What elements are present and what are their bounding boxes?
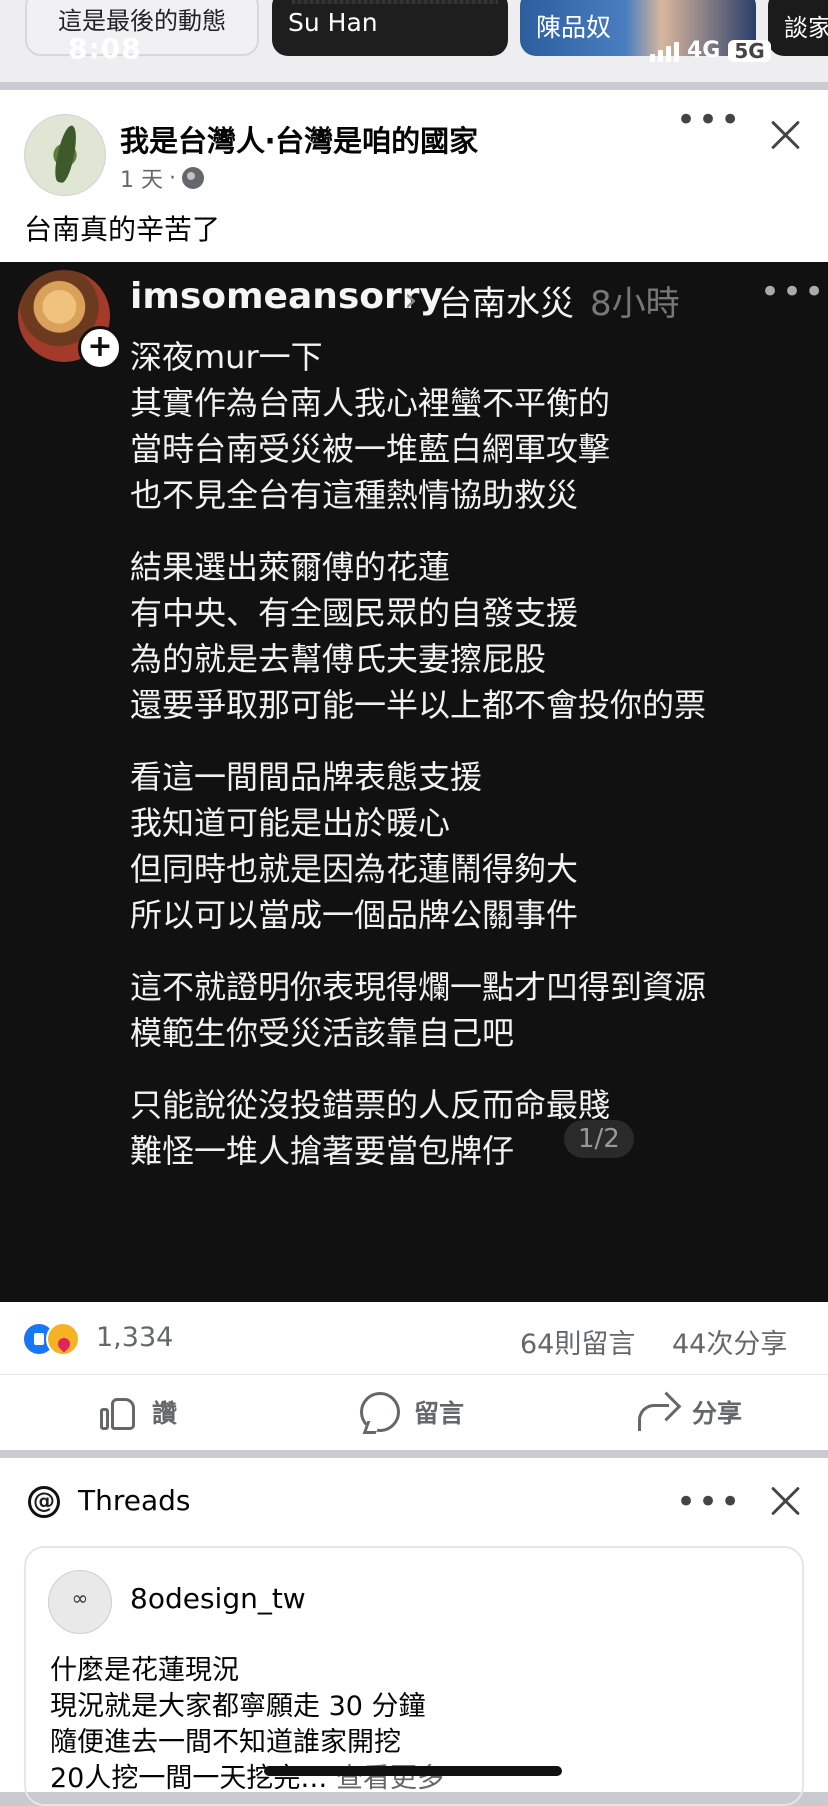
comment-label: 留言 bbox=[414, 1399, 465, 1428]
embed-text-line: 為的就是去幫傅氏夫妻擦屁股 bbox=[130, 640, 547, 678]
more-options-icon[interactable]: ••• bbox=[676, 103, 742, 137]
embed-text-line: 模範生你受災活該靠自己吧 bbox=[130, 1014, 515, 1052]
more-options-icon[interactable]: ••• bbox=[676, 1485, 742, 1519]
story-label: Su Han bbox=[288, 8, 378, 37]
card-avatar: ∞ bbox=[48, 1570, 112, 1634]
care-reaction-icon bbox=[46, 1322, 80, 1356]
share-label: 分享 bbox=[692, 1399, 743, 1428]
embed-text-line: 有中央、有全國民眾的自發支援 bbox=[130, 594, 579, 632]
embed-time: 8小時 bbox=[590, 284, 680, 324]
story-label: 談家 bbox=[784, 14, 828, 42]
story-card[interactable]: 談家 bbox=[768, 0, 828, 56]
reaction-summary[interactable]: 1,334 64則留言 44次分享 bbox=[0, 1302, 828, 1374]
page-avatar[interactable] bbox=[24, 114, 106, 196]
image-page-indicator: 1/2 bbox=[564, 1120, 634, 1158]
close-icon[interactable] bbox=[769, 118, 803, 152]
thumbs-up-icon bbox=[98, 1392, 138, 1432]
share-icon bbox=[636, 1392, 678, 1432]
status-time: 8:08 bbox=[68, 32, 142, 65]
network-4g: 4G bbox=[687, 38, 721, 63]
plus-icon: + bbox=[78, 326, 122, 370]
post-actions: 讚 留言 分享 bbox=[0, 1374, 828, 1451]
embed-topic: 台南水災 bbox=[438, 284, 574, 324]
post-caption: 台南真的辛苦了 bbox=[24, 213, 221, 246]
embed-text-line: 所以可以當成一個品牌公關事件 bbox=[130, 896, 579, 934]
embed-text-line: 當時台南受災被一堆藍白網軍攻擊 bbox=[130, 430, 611, 468]
embed-text-line: 我知道可能是出於暖心 bbox=[130, 804, 451, 842]
card-username[interactable]: 8odesign_tw bbox=[130, 1582, 306, 1615]
embed-text-line: 深夜mur一下 bbox=[130, 338, 323, 376]
share-button[interactable]: 分享 bbox=[636, 1389, 742, 1435]
card-text-line: 現況就是大家都寧願走 30 分鐘 bbox=[50, 1691, 426, 1722]
status-indicators: 4G 5G bbox=[650, 38, 771, 62]
post-age[interactable]: 1 天 bbox=[120, 162, 163, 194]
post-header: 我是台灣人‧台灣是咱的國家 1 天 · ••• 台南真的辛苦了 bbox=[0, 90, 828, 260]
network-5g: 5G bbox=[728, 40, 771, 62]
stories-strip: 這是最後的動態 Su Han 陳品奴 談家 8:08 4G 5G bbox=[0, 0, 828, 82]
embed-text-line: 但同時也就是因為花蓮鬧得夠大 bbox=[130, 850, 579, 888]
post-source[interactable]: Threads bbox=[78, 1484, 191, 1517]
embed-text-line: 難怪一堆人搶著要當包牌仔 bbox=[130, 1132, 515, 1170]
embed-text-line: 還要爭取那可能一半以上都不會投你的票 bbox=[130, 686, 707, 724]
feed-post: 我是台灣人‧台灣是咱的國家 1 天 · ••• 台南真的辛苦了 + imsome… bbox=[0, 90, 828, 1450]
embed-username: imsomeansorry bbox=[130, 276, 443, 317]
embedded-screenshot[interactable]: + imsomeansorry › 台南水災 8小時 ••• 深夜mur一下 其… bbox=[0, 262, 828, 1302]
reaction-count[interactable]: 1,334 bbox=[96, 1322, 173, 1353]
more-icon: ••• bbox=[760, 272, 827, 312]
post-meta: 1 天 · bbox=[120, 162, 204, 194]
globe-icon bbox=[182, 167, 204, 189]
embed-text-line: 結果選出萊爾傅的花蓮 bbox=[130, 548, 451, 586]
like-label: 讚 bbox=[152, 1399, 178, 1428]
comment-button[interactable]: 留言 bbox=[360, 1389, 464, 1435]
story-label: 陳品奴 bbox=[536, 13, 612, 42]
embed-text-line: 其實作為台南人我心裡蠻不平衡的 bbox=[130, 384, 611, 422]
reaction-icons bbox=[22, 1322, 82, 1356]
feed-post: @ Threads ••• ∞ 8odesign_tw 什麼是花蓮現況 現況就是… bbox=[0, 1458, 828, 1806]
share-count[interactable]: 44次分享 bbox=[672, 1322, 787, 1361]
signal-icon bbox=[650, 40, 679, 62]
close-icon[interactable] bbox=[769, 1484, 803, 1518]
embed-text-line: 只能說從沒投錯票的人反而命最賤 bbox=[130, 1086, 611, 1124]
embed-text-line: 看這一間間品牌表態支援 bbox=[130, 758, 483, 796]
threads-icon: @ bbox=[28, 1486, 60, 1518]
comment-icon bbox=[360, 1392, 400, 1432]
comment-count[interactable]: 64則留言 bbox=[520, 1322, 635, 1361]
home-indicator[interactable] bbox=[264, 1766, 562, 1776]
card-text-line: 隨便進去一間不知道誰家開挖 bbox=[50, 1727, 401, 1758]
story-card[interactable]: Su Han bbox=[272, 0, 508, 56]
story-label: 這是最後的動態 bbox=[58, 7, 226, 35]
meta-dot: · bbox=[169, 165, 176, 191]
page-name[interactable]: 我是台灣人‧台灣是咱的國家 bbox=[120, 118, 478, 160]
story-card[interactable]: 這是最後的動態 bbox=[25, 0, 259, 56]
card-text-line: 什麼是花蓮現況 bbox=[50, 1655, 239, 1686]
embed-text-line: 也不見全台有這種熱情協助救災 bbox=[130, 476, 579, 514]
embed-text-line: 這不就證明你表現得爛一點才凹得到資源 bbox=[130, 968, 707, 1006]
like-button[interactable]: 讚 bbox=[98, 1389, 177, 1435]
chevron-right-icon: › bbox=[404, 280, 418, 320]
